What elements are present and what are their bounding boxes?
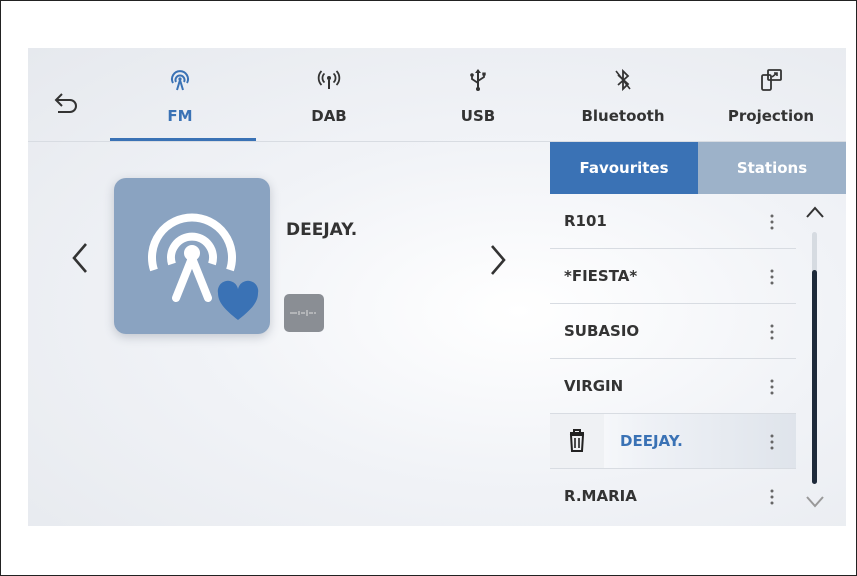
infotainment-screen: FM DAB USB Bluetooth Projection DEEJAY. … (28, 48, 846, 526)
back-button[interactable] (50, 86, 82, 118)
usb-icon (470, 69, 486, 91)
phone-projection-icon (761, 69, 782, 91)
list-item-selected[interactable]: DEEJAY. (550, 414, 796, 469)
station-label: SUBASIO (564, 322, 640, 340)
scroll-up-chevron-icon[interactable] (804, 204, 826, 220)
more-options-icon[interactable] (768, 378, 776, 396)
tab-fm[interactable]: FM (120, 68, 240, 138)
station-label: R101 (564, 212, 607, 230)
list-item[interactable]: R101 (550, 194, 796, 249)
tab-favourites[interactable]: Favourites (550, 142, 698, 194)
more-options-icon[interactable] (768, 433, 776, 451)
broadcast-antenna-icon (317, 70, 341, 89)
list-item[interactable]: *FIESTA* (550, 249, 796, 304)
more-options-icon[interactable] (768, 213, 776, 231)
tab-usb[interactable]: USB (418, 68, 538, 138)
previous-station-button[interactable] (66, 238, 96, 278)
chevron-left-icon (72, 243, 87, 273)
list-item[interactable]: SUBASIO (550, 304, 796, 359)
tab-label: USB (460, 107, 496, 125)
trash-icon (569, 429, 585, 452)
delete-button[interactable] (550, 414, 604, 468)
more-options-icon[interactable] (768, 488, 776, 506)
waveform-icon (290, 310, 316, 316)
chevron-right-icon (491, 245, 506, 275)
radio-signal-icon (171, 70, 189, 91)
tab-stations[interactable]: Stations (698, 142, 846, 194)
favourite-heart-icon[interactable] (216, 280, 260, 324)
tab-label: Bluetooth (581, 107, 665, 125)
current-station-name: DEEJAY. (286, 220, 358, 240)
bluetooth-icon (615, 68, 631, 92)
scroll-down-chevron-icon[interactable] (804, 494, 826, 510)
tab-label: DAB (311, 107, 347, 125)
rds-indicator (284, 294, 324, 332)
source-tab-bar: FM DAB USB Bluetooth Projection (28, 48, 846, 142)
more-options-icon[interactable] (768, 268, 776, 286)
next-station-button[interactable] (482, 240, 512, 280)
station-label: R.MARIA (564, 487, 637, 505)
list-item[interactable]: VIRGIN (550, 359, 796, 414)
station-label: DEEJAY. (620, 432, 683, 450)
station-list-panel: Favourites Stations R101 *FIESTA* SUBASI… (550, 142, 846, 526)
scrollbar-thumb[interactable] (812, 270, 817, 484)
tab-projection[interactable]: Projection (711, 68, 831, 138)
back-arrow-icon (54, 93, 77, 113)
tab-label: FM (167, 107, 193, 125)
list-item[interactable]: R.MARIA (550, 469, 796, 523)
more-options-icon[interactable] (768, 323, 776, 341)
tab-label: Projection (727, 107, 815, 125)
tab-bluetooth[interactable]: Bluetooth (563, 68, 683, 138)
station-label: VIRGIN (564, 377, 624, 395)
tab-dab[interactable]: DAB (269, 68, 389, 138)
station-label: *FIESTA* (564, 267, 638, 285)
